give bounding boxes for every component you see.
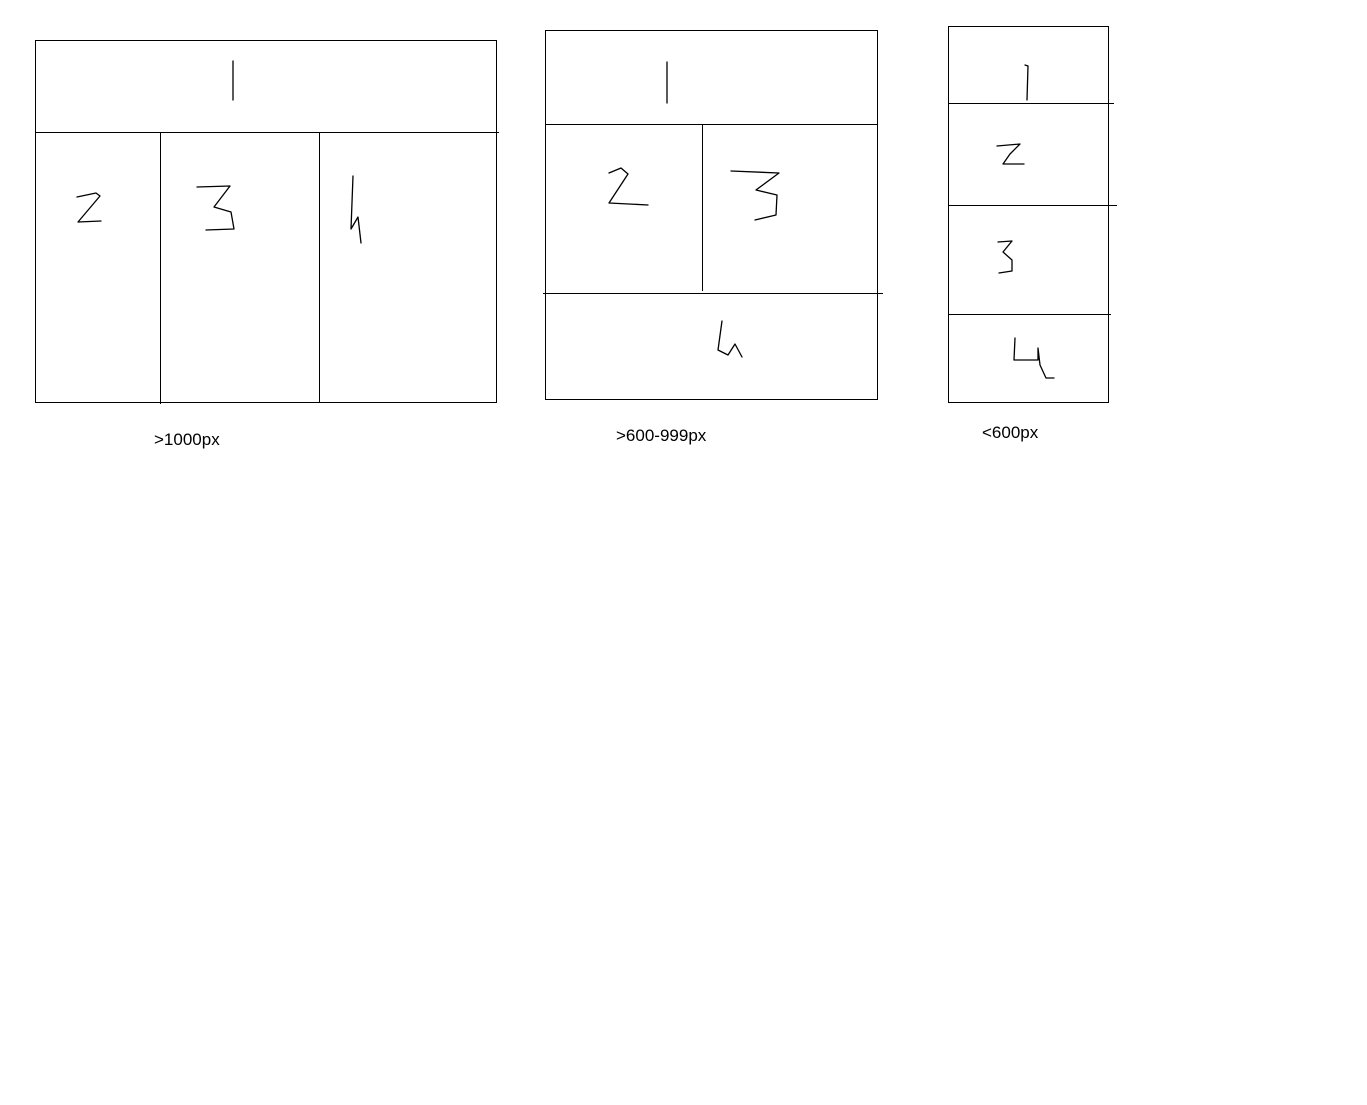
- layout-small-region-3-number: [997, 240, 1013, 274]
- layout-large-region-3-number: [196, 185, 235, 231]
- layout-large-frame: [35, 40, 497, 403]
- layout-large-region-4-number: [350, 175, 362, 244]
- layout-large: [35, 40, 499, 404]
- layout-medium-caption: >600-999px: [616, 426, 707, 445]
- layout-sketch-canvas: [35, 26, 1117, 404]
- layout-medium-region-3-number: [730, 170, 780, 221]
- layout-small-region-1-number: [1024, 64, 1029, 101]
- layout-large-caption: >1000px: [154, 430, 220, 449]
- layout-small-frame: [948, 26, 1109, 403]
- layout-medium: [543, 30, 883, 400]
- layout-medium-frame: [545, 30, 878, 400]
- layout-small-region-2-number: [996, 143, 1025, 165]
- layout-medium-region-4-number: [717, 320, 743, 358]
- layout-large-region-2-number: [76, 192, 102, 223]
- layout-small: [948, 26, 1117, 403]
- layout-small-caption: <600px: [982, 423, 1039, 442]
- layout-medium-region-2-number: [608, 167, 649, 206]
- layout-small-region-4-number: [1013, 337, 1055, 379]
